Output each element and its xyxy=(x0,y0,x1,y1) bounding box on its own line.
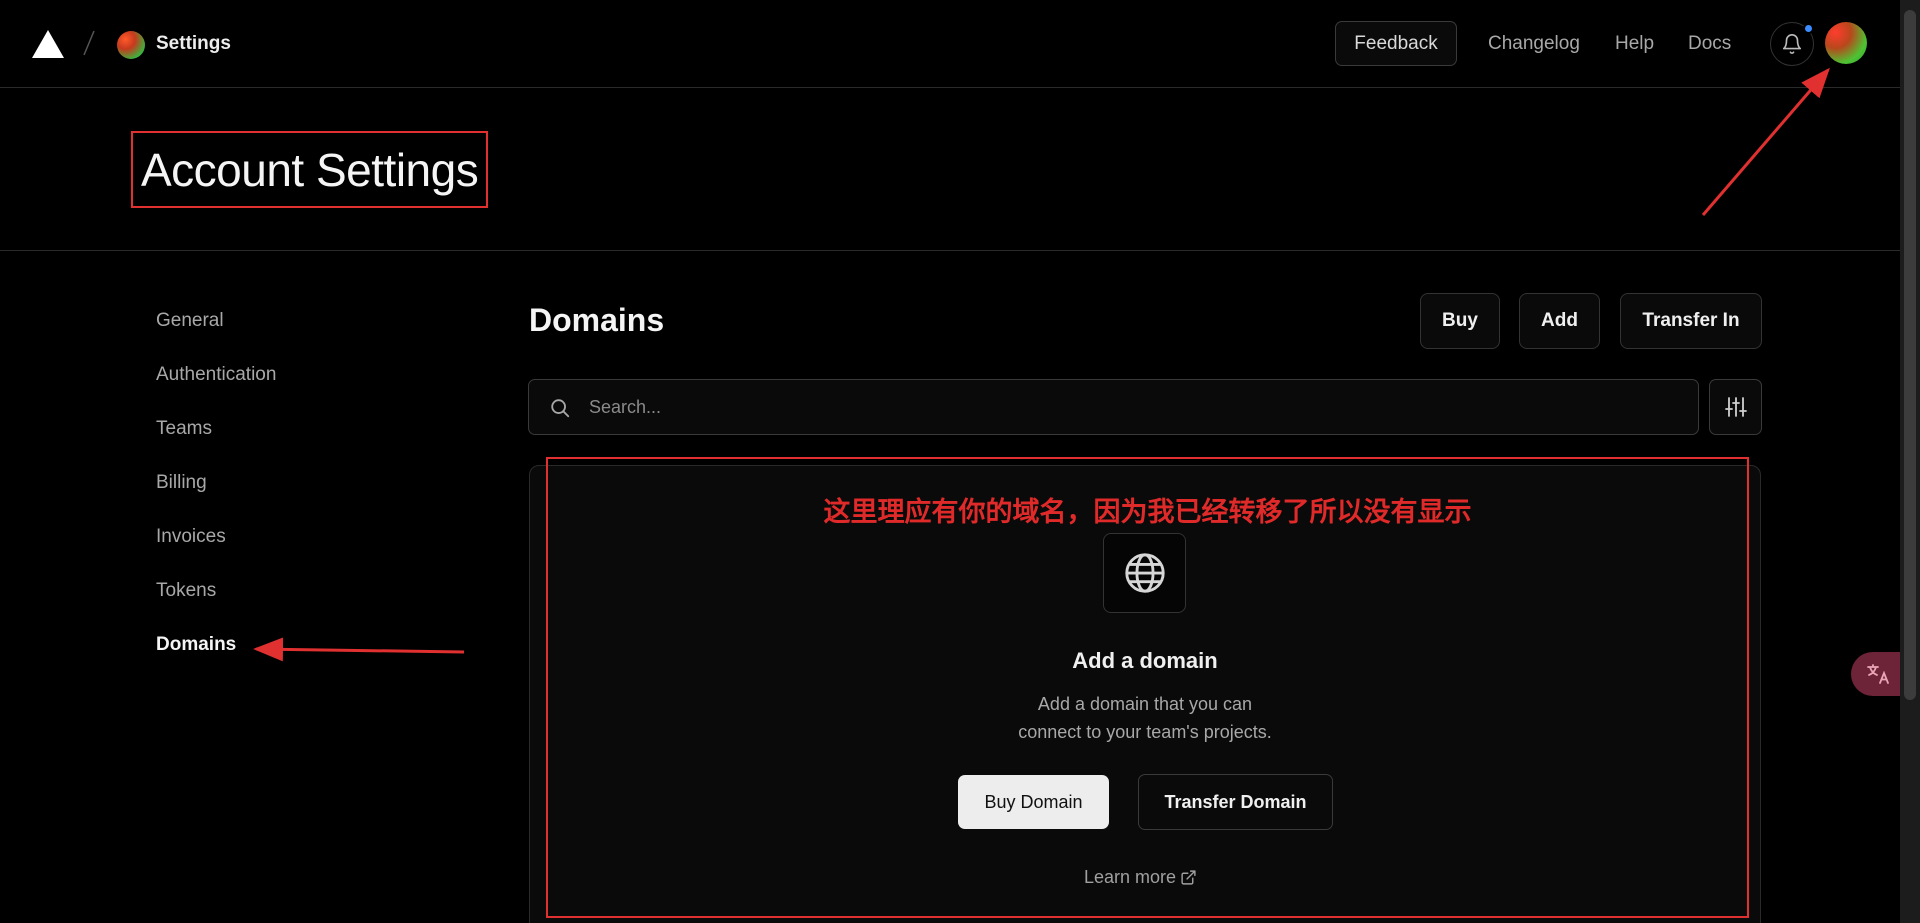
translate-widget-button[interactable] xyxy=(1851,652,1907,696)
search-box[interactable] xyxy=(528,379,1699,435)
sliders-icon xyxy=(1724,397,1747,417)
sidebar-item-general[interactable]: General xyxy=(156,310,224,332)
filter-button[interactable] xyxy=(1709,379,1762,435)
annotation-arrow-domains xyxy=(253,637,465,662)
nav-link-changelog[interactable]: Changelog xyxy=(1488,33,1580,55)
nav-link-help[interactable]: Help xyxy=(1615,33,1654,55)
sidebar-item-domains[interactable]: Domains xyxy=(156,634,236,656)
top-navigation-bar: Settings Feedback Changelog Help Docs xyxy=(0,0,1900,88)
globe-icon xyxy=(1124,553,1165,593)
team-name[interactable]: Settings xyxy=(156,33,231,55)
breadcrumb-separator xyxy=(83,30,95,56)
buy-button[interactable]: Buy xyxy=(1420,293,1500,349)
sidebar-item-billing[interactable]: Billing xyxy=(156,472,207,494)
search-icon xyxy=(551,399,570,418)
notification-badge-dot xyxy=(1803,23,1814,34)
learn-more-link[interactable]: Learn more xyxy=(1084,867,1197,888)
nav-link-docs[interactable]: Docs xyxy=(1688,33,1731,55)
sidebar-item-authentication[interactable]: Authentication xyxy=(156,364,276,386)
logo-triangle-icon[interactable] xyxy=(30,28,66,60)
empty-state-description: Add a domain that you can connect to you… xyxy=(529,690,1761,746)
transfer-domain-button[interactable]: Transfer Domain xyxy=(1138,774,1333,830)
bell-icon xyxy=(1782,34,1802,54)
buy-domain-button[interactable]: Buy Domain xyxy=(958,775,1109,829)
sidebar-item-teams[interactable]: Teams xyxy=(156,418,212,440)
scrollbar-thumb[interactable] xyxy=(1904,10,1916,700)
section-title-domains: Domains xyxy=(529,302,665,338)
transfer-in-button[interactable]: Transfer In xyxy=(1620,293,1762,349)
add-button[interactable]: Add xyxy=(1519,293,1600,349)
search-input[interactable] xyxy=(589,380,1679,434)
translate-icon xyxy=(1867,664,1889,684)
empty-state-desc-line-2: connect to your team's projects. xyxy=(1018,722,1272,742)
sidebar-item-invoices[interactable]: Invoices xyxy=(156,526,226,548)
team-avatar[interactable] xyxy=(117,31,145,59)
globe-icon-container xyxy=(1103,533,1186,613)
empty-state-title: Add a domain xyxy=(1072,648,1218,673)
empty-state-desc-line-1: Add a domain that you can xyxy=(1037,694,1253,714)
annotation-note: 这里理应有你的域名，因为我已经转移了所以没有显示 xyxy=(823,497,1472,528)
feedback-button[interactable]: Feedback xyxy=(1335,21,1457,66)
sidebar-item-tokens[interactable]: Tokens xyxy=(156,580,216,602)
learn-more-label: Learn more xyxy=(1084,867,1177,887)
external-link-icon xyxy=(1181,870,1196,885)
user-avatar[interactable] xyxy=(1825,22,1867,64)
annotation-box-title xyxy=(131,131,488,208)
